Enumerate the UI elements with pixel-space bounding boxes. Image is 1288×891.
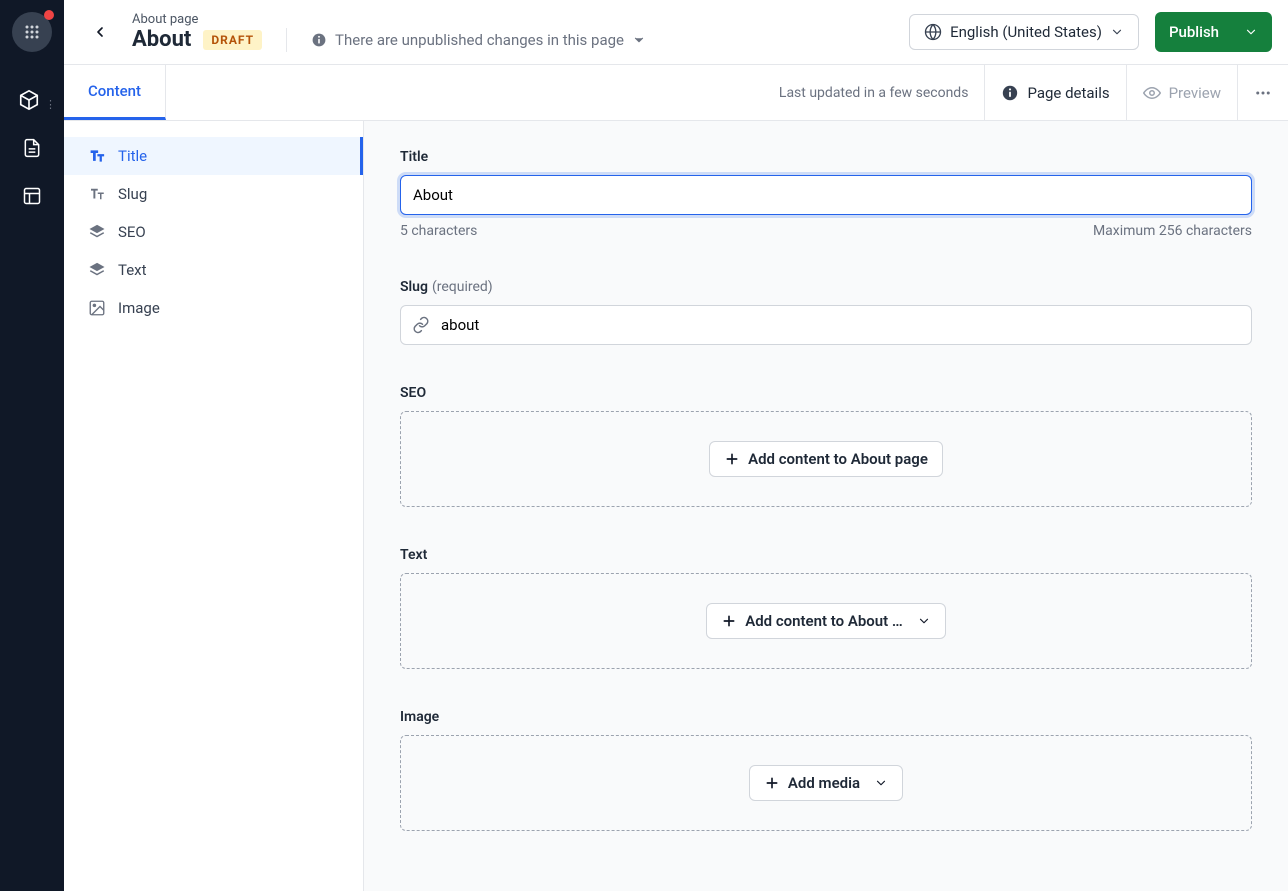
tab-content[interactable]: Content bbox=[64, 65, 166, 120]
image-dropzone: Add media bbox=[400, 735, 1252, 831]
chevron-down-icon bbox=[632, 33, 646, 47]
plus-icon bbox=[764, 775, 780, 791]
fieldnav-seo-label: SEO bbox=[118, 223, 146, 241]
field-text-label: Text bbox=[400, 547, 1252, 563]
add-text-content-label: Add content to About … bbox=[745, 612, 903, 630]
field-nav: Title Slug SEO Text Image bbox=[64, 121, 364, 891]
title-input[interactable] bbox=[400, 175, 1252, 215]
slug-input[interactable] bbox=[400, 305, 1252, 345]
fieldnav-image-label: Image bbox=[118, 299, 160, 317]
globe-icon bbox=[924, 23, 942, 41]
nav-layouts[interactable] bbox=[12, 176, 52, 216]
add-seo-content-label: Add content to About page bbox=[748, 450, 928, 468]
unpublished-note[interactable]: There are unpublished changes in this pa… bbox=[311, 31, 646, 49]
nav-documents[interactable] bbox=[12, 128, 52, 168]
field-seo: SEO Add content to About page bbox=[400, 385, 1252, 507]
page-header: About page About DRAFT There are unpubli… bbox=[64, 0, 1288, 65]
plus-icon bbox=[724, 451, 740, 467]
home-button[interactable] bbox=[12, 12, 52, 52]
chevron-down-icon bbox=[1110, 25, 1124, 39]
add-seo-content-button[interactable]: Add content to About page bbox=[709, 441, 943, 477]
grid-dots-icon bbox=[24, 24, 40, 40]
seo-dropzone: Add content to About page bbox=[400, 411, 1252, 507]
page-details-label: Page details bbox=[1027, 84, 1109, 102]
field-image: Image Add media bbox=[400, 709, 1252, 831]
cube-icon bbox=[18, 89, 40, 111]
layers-icon bbox=[88, 223, 106, 241]
field-seo-label: SEO bbox=[400, 385, 1252, 401]
fieldnav-slug[interactable]: Slug bbox=[64, 175, 363, 213]
info-icon bbox=[311, 32, 327, 48]
publish-label: Publish bbox=[1169, 23, 1219, 41]
plus-icon bbox=[721, 613, 737, 629]
field-text: Text Add content to About … bbox=[400, 547, 1252, 669]
fieldnav-image[interactable]: Image bbox=[64, 289, 363, 327]
preview-label: Preview bbox=[1169, 84, 1221, 102]
subheader: Content Last updated in a few seconds Pa… bbox=[64, 65, 1288, 121]
layout-icon bbox=[22, 186, 42, 206]
text-type-icon bbox=[88, 185, 106, 203]
fieldnav-text-label: Text bbox=[118, 261, 147, 279]
breadcrumb: About page bbox=[132, 12, 646, 27]
info-icon bbox=[1001, 84, 1019, 102]
field-title: Title 5 characters Maximum 256 character… bbox=[400, 149, 1252, 239]
nav-content-models-menu[interactable]: ⋮ bbox=[45, 98, 55, 111]
field-title-label: Title bbox=[400, 149, 1252, 165]
text-dropzone: Add content to About … bbox=[400, 573, 1252, 669]
fieldnav-slug-label: Slug bbox=[118, 185, 147, 203]
unpublished-note-text: There are unpublished changes in this pa… bbox=[335, 31, 624, 49]
field-slug-label: Slug bbox=[400, 279, 428, 295]
language-label: English (United States) bbox=[950, 23, 1102, 41]
title-max-chars: Maximum 256 characters bbox=[1093, 223, 1252, 239]
chevron-down-icon bbox=[917, 614, 931, 628]
text-type-icon bbox=[88, 147, 106, 165]
last-updated: Last updated in a few seconds bbox=[166, 65, 985, 120]
fieldnav-seo[interactable]: SEO bbox=[64, 213, 363, 251]
chevron-left-icon bbox=[92, 24, 108, 40]
tab-content-label: Content bbox=[88, 82, 141, 100]
fieldnav-title[interactable]: Title bbox=[64, 137, 363, 175]
content-area: Title 5 characters Maximum 256 character… bbox=[364, 121, 1288, 891]
fieldnav-title-label: Title bbox=[118, 147, 147, 165]
preview-button[interactable]: Preview bbox=[1127, 65, 1238, 120]
nav-content-models[interactable] bbox=[9, 80, 49, 120]
vertical-nav-rail: ⋮ bbox=[0, 0, 64, 891]
eye-icon bbox=[1143, 84, 1161, 102]
chevron-down-icon bbox=[874, 776, 888, 790]
divider bbox=[286, 28, 287, 52]
more-horizontal-icon bbox=[1254, 84, 1272, 102]
link-icon bbox=[412, 316, 430, 334]
chevron-down-icon bbox=[1244, 25, 1258, 39]
field-slug: Slug (required) bbox=[400, 279, 1252, 345]
fieldnav-text[interactable]: Text bbox=[64, 251, 363, 289]
language-selector[interactable]: English (United States) bbox=[909, 14, 1139, 50]
add-text-content-button[interactable]: Add content to About … bbox=[706, 603, 946, 639]
add-media-button[interactable]: Add media bbox=[749, 765, 903, 801]
field-image-label: Image bbox=[400, 709, 1252, 725]
publish-button[interactable]: Publish bbox=[1155, 12, 1272, 52]
body: Title Slug SEO Text Image Title bbox=[64, 121, 1288, 891]
field-slug-required: (required) bbox=[432, 279, 493, 295]
status-badge: DRAFT bbox=[203, 30, 262, 50]
title-char-count: 5 characters bbox=[400, 223, 477, 239]
image-icon bbox=[88, 299, 106, 317]
document-icon bbox=[22, 138, 42, 158]
more-actions[interactable] bbox=[1238, 65, 1288, 120]
title-block: About page About DRAFT There are unpubli… bbox=[132, 12, 646, 52]
layers-icon bbox=[88, 261, 106, 279]
last-updated-text: Last updated in a few seconds bbox=[779, 85, 969, 101]
page-title: About bbox=[132, 27, 191, 52]
page-details-button[interactable]: Page details bbox=[985, 65, 1126, 120]
main-panel: About page About DRAFT There are unpubli… bbox=[64, 0, 1288, 891]
add-media-label: Add media bbox=[788, 774, 860, 792]
back-button[interactable] bbox=[80, 12, 120, 52]
